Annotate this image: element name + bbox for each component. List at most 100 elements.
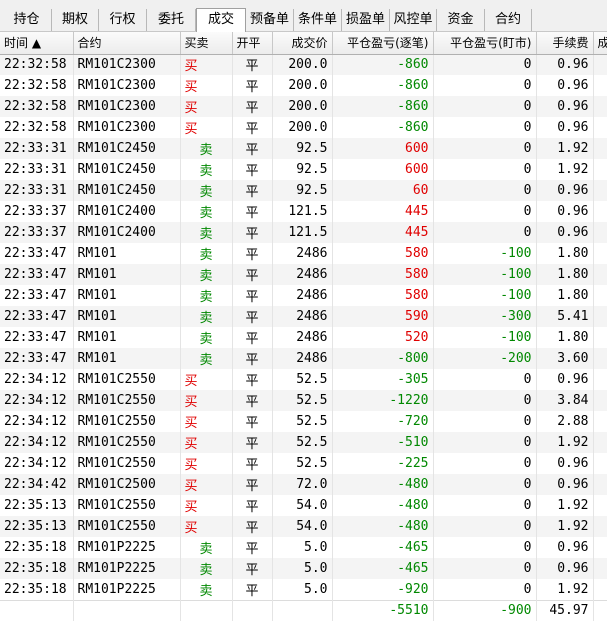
tab-1[interactable]: 期权 [52,9,99,31]
table-row[interactable]: 22:33:31 RM101C2450 卖平 92.5 600 0 1.92 [0,159,607,180]
tab-3[interactable]: 委托 [147,9,196,31]
cell-fee: 1.92 [536,579,594,600]
cell-offset: 平 [232,159,273,180]
table-row[interactable]: 22:34:12 RM101C2550 买平 52.5 -305 0 0.96 [0,369,607,390]
col-header-contract[interactable]: 合约 [73,32,181,55]
tab-2[interactable]: 行权 [99,9,147,31]
cell-fee: 0.96 [536,96,594,117]
cell-contract: RM101 [73,348,181,369]
cell-contract: RM101 [73,306,181,327]
cell-offset: 平 [232,411,273,432]
col-header-pnl-trade[interactable]: 平仓盈亏(逐笔) [332,32,434,55]
cell-truncated [593,327,607,348]
cell-truncated [593,75,607,96]
cell-offset: 平 [232,243,273,264]
cell-offset: 平 [232,537,273,558]
cell-truncated [593,516,607,537]
table-row[interactable]: 22:34:12 RM101C2550 买平 52.5 -1220 0 3.84 [0,390,607,411]
cell-price: 2486 [272,327,333,348]
total-empty-cell [232,599,273,621]
table-row[interactable]: 22:33:47 RM101 卖平 2486 -800 -200 3.60 [0,348,607,369]
tab-6[interactable]: 条件单 [294,9,342,31]
table-row[interactable]: 22:33:37 RM101C2400 卖平 121.5 445 0 0.96 [0,201,607,222]
tab-4[interactable]: 成交 [196,8,246,32]
col-header-fee[interactable]: 手续费 [536,32,594,55]
total-empty-cell [0,599,74,621]
cell-direction: 卖 [180,243,233,264]
cell-price: 52.5 [272,453,333,474]
cell-pnl-mtm: -100 [433,327,537,348]
cell-truncated [593,201,607,222]
table-row[interactable]: 22:33:47 RM101 卖平 2486 590 -300 5.41 [0,306,607,327]
table-row[interactable]: 22:34:12 RM101C2550 买平 52.5 -510 0 1.92 [0,432,607,453]
cell-pnl-mtm: 0 [433,369,537,390]
cell-price: 52.5 [272,390,333,411]
cell-direction: 买 [180,453,233,474]
cell-pnl-trade: 590 [332,306,434,327]
cell-price: 2486 [272,285,333,306]
tab-9[interactable]: 资金 [437,9,485,31]
table-row[interactable]: 22:34:12 RM101C2550 买平 52.5 -225 0 0.96 [0,453,607,474]
cell-fee: 3.84 [536,390,594,411]
table-row[interactable]: 22:35:13 RM101C2550 买平 54.0 -480 0 1.92 [0,516,607,537]
total-empty-cell [593,599,607,621]
table-row[interactable]: 22:33:47 RM101 卖平 2486 520 -100 1.80 [0,327,607,348]
total-empty-cell [272,599,333,621]
col-header-direction[interactable]: 买卖 [180,32,233,55]
table-row[interactable]: 22:32:58 RM101C2300 买平 200.0 -860 0 0.96 [0,75,607,96]
cell-time: 22:35:13 [0,495,74,516]
table-row[interactable]: 22:33:47 RM101 卖平 2486 580 -100 1.80 [0,285,607,306]
cell-truncated [593,285,607,306]
table-row[interactable]: 22:35:13 RM101C2550 买平 54.0 -480 0 1.92 [0,495,607,516]
cell-price: 92.5 [272,159,333,180]
table-row[interactable]: 22:34:42 RM101C2500 买平 72.0 -480 0 0.96 [0,474,607,495]
trades-table: 时间 ▲ 合约 买卖 开平 成交价 平仓盈亏(逐笔) 平仓盈亏(盯市) 手续费 … [0,32,607,621]
cell-truncated [593,243,607,264]
col-header-price[interactable]: 成交价 [272,32,333,55]
table-row[interactable]: 22:33:47 RM101 卖平 2486 580 -100 1.80 [0,264,607,285]
cell-contract: RM101C2550 [73,516,181,537]
table-row[interactable]: 22:35:18 RM101P2225 卖平 5.0 -465 0 0.96 [0,558,607,579]
cell-price: 121.5 [272,222,333,243]
cell-fee: 0.96 [536,474,594,495]
cell-truncated [593,96,607,117]
table-row[interactable]: 22:33:37 RM101C2400 卖平 121.5 445 0 0.96 [0,222,607,243]
table-row[interactable]: 22:35:18 RM101P2225 卖平 5.0 -465 0 0.96 [0,537,607,558]
cell-contract: RM101C2550 [73,369,181,390]
tab-5[interactable]: 预备单 [246,9,294,31]
table-row[interactable]: 22:32:58 RM101C2300 买平 200.0 -860 0 0.96 [0,54,607,75]
tab-8[interactable]: 风控单 [390,9,437,31]
tab-10[interactable]: 合约 [485,9,532,31]
cell-offset: 平 [232,117,273,138]
cell-truncated [593,495,607,516]
cell-pnl-mtm: 0 [433,516,537,537]
table-row[interactable]: 22:35:18 RM101P2225 卖平 5.0 -920 0 1.92 [0,579,607,600]
cell-pnl-mtm: 0 [433,54,537,75]
col-header-pnl-mtm[interactable]: 平仓盈亏(盯市) [433,32,537,55]
cell-offset: 平 [232,285,273,306]
table-row[interactable]: 22:33:31 RM101C2450 卖平 92.5 60 0 0.96 [0,180,607,201]
col-header-offset[interactable]: 开平 [232,32,273,55]
tab-7[interactable]: 损盈单 [342,9,390,31]
cell-contract: RM101C2550 [73,390,181,411]
cell-pnl-mtm: -200 [433,348,537,369]
table-row[interactable]: 22:32:58 RM101C2300 买平 200.0 -860 0 0.96 [0,96,607,117]
cell-direction: 买 [180,117,233,138]
tab-0[interactable]: 持仓 [2,9,52,31]
total-empty-cell [73,599,181,621]
col-header-truncated[interactable]: 成 [593,32,607,55]
cell-truncated [593,369,607,390]
cell-time: 22:33:47 [0,243,74,264]
total-pnl-trade: -5510 [332,599,434,621]
col-header-time[interactable]: 时间 ▲ [0,32,74,55]
cell-pnl-trade: -1220 [332,390,434,411]
cell-contract: RM101C2550 [73,453,181,474]
cell-offset: 平 [232,432,273,453]
table-row[interactable]: 22:34:12 RM101C2550 买平 52.5 -720 0 2.88 [0,411,607,432]
cell-pnl-mtm: 0 [433,474,537,495]
table-row[interactable]: 22:33:31 RM101C2450 卖平 92.5 600 0 1.92 [0,138,607,159]
table-row[interactable]: 22:33:47 RM101 卖平 2486 580 -100 1.80 [0,243,607,264]
cell-price: 5.0 [272,579,333,600]
cell-fee: 3.60 [536,348,594,369]
table-row[interactable]: 22:32:58 RM101C2300 买平 200.0 -860 0 0.96 [0,117,607,138]
